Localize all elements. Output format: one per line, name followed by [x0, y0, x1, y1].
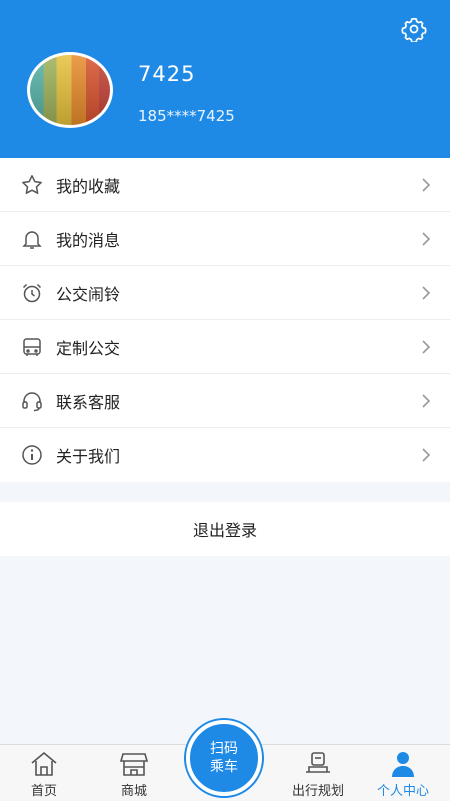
logout-button[interactable]: 退出登录: [0, 502, 450, 556]
menu-item-label: 定制公交: [56, 338, 121, 358]
tab-label: 商城: [120, 784, 147, 799]
bus-icon: [19, 334, 45, 360]
menu-list: 我的收藏 我的消息 公交闹铃 定制公交 联系客服 关于我们: [0, 158, 450, 482]
menu-item-label: 关于我们: [56, 447, 121, 466]
chevron-right-icon: [422, 285, 431, 300]
person-icon: [392, 752, 414, 777]
chevron-right-icon: [422, 448, 431, 462]
tab-profile[interactable]: 个人中心: [368, 745, 438, 801]
bell-icon: [19, 226, 45, 252]
menu-item-label: 我的收藏: [56, 176, 121, 196]
menu-item-customer-service[interactable]: 联系客服: [0, 374, 450, 428]
avatar[interactable]: [27, 52, 113, 128]
menu-item-label: 联系客服: [56, 392, 121, 412]
alarm-clock-icon: [19, 280, 45, 306]
menu-item-label: 公交闹铃: [56, 284, 121, 304]
menu-item-label: 我的消息: [56, 230, 121, 250]
shop-icon: [119, 753, 149, 776]
chevron-right-icon: [422, 231, 431, 246]
menu-item-bus-alarm[interactable]: 公交闹铃: [0, 266, 450, 320]
star-icon: [19, 172, 45, 198]
scan-label-line2: 乘车: [210, 759, 238, 775]
settings-button[interactable]: [400, 15, 428, 43]
menu-item-messages[interactable]: 我的消息: [0, 212, 450, 266]
scan-label-line1: 扫码: [210, 741, 238, 757]
home-icon: [31, 751, 57, 776]
menu-item-custom-bus[interactable]: 定制公交: [0, 320, 450, 374]
tab-label: 出行规划: [291, 784, 344, 799]
info-icon: [19, 442, 45, 468]
trip-icon: [306, 752, 330, 773]
chevron-right-icon: [422, 393, 431, 408]
tab-shop[interactable]: 商城: [104, 745, 164, 801]
scan-to-ride-button[interactable]: 扫码 乘车: [186, 720, 262, 796]
tab-trip-planning[interactable]: 出行规划: [280, 745, 356, 801]
gear-icon: [401, 17, 427, 42]
username: 7425: [138, 62, 196, 86]
tab-home[interactable]: 首页: [14, 745, 74, 801]
chevron-right-icon: [422, 339, 431, 354]
menu-item-about-us[interactable]: 关于我们: [0, 428, 450, 482]
phone-number: 185****7425: [138, 107, 235, 125]
chevron-right-icon: [422, 177, 431, 192]
tab-label: 个人中心: [376, 784, 429, 799]
menu-item-favorites[interactable]: 我的收藏: [0, 158, 450, 212]
profile-header: 7425 185****7425: [0, 0, 450, 158]
tab-label: 首页: [30, 784, 57, 799]
headset-icon: [19, 388, 45, 414]
